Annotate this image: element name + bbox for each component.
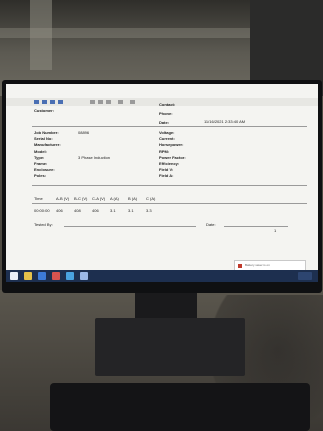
first-page-icon[interactable] xyxy=(34,100,39,104)
footer-date-label: Date: xyxy=(206,222,216,227)
clock-area[interactable] xyxy=(298,272,312,280)
table-cell: 3.1 xyxy=(128,208,134,213)
phone-label: Phone: xyxy=(159,111,173,116)
field-label: Model: xyxy=(34,148,47,154)
search-icon[interactable] xyxy=(118,100,123,104)
table-cell: 406 xyxy=(56,208,63,213)
field-label: Current: xyxy=(159,136,175,142)
date-line xyxy=(224,226,288,227)
table-row: 00:00:00 406 408 406 3.1 3.1 3.3 xyxy=(34,208,294,214)
app-icon[interactable] xyxy=(66,272,74,280)
app-icon[interactable] xyxy=(52,272,60,280)
field-label: Efficiency: xyxy=(159,161,180,166)
table-header-cell: C-A (V) xyxy=(92,196,106,201)
table-header-cell: A (A) xyxy=(110,196,119,201)
table-cell: 408 xyxy=(74,208,81,213)
date-value: 11/16/2021 2:33:40 AM xyxy=(204,119,246,124)
field-label: Power Factor: xyxy=(159,154,186,160)
last-page-icon[interactable] xyxy=(58,100,63,104)
table-header-cell: A-B (V) xyxy=(56,196,70,201)
divider xyxy=(32,126,307,127)
background-beam xyxy=(0,28,250,38)
start-icon[interactable] xyxy=(10,272,18,280)
field-label: Field V: xyxy=(159,167,174,173)
field-label: Serial No: xyxy=(34,136,53,142)
table-header-cell: C (A) xyxy=(146,196,156,201)
field-label: Horsepower: xyxy=(159,142,184,148)
signature-line xyxy=(64,226,196,227)
divider xyxy=(32,185,307,186)
battery-icon xyxy=(238,264,242,268)
field-label: Field A: xyxy=(159,173,174,179)
table-cell: 3.1 xyxy=(110,208,116,213)
field-label: Frame: xyxy=(34,161,48,166)
table-header: Time A-B (V) B-C (V) C-A (V) A (A) B (A) C (A) xyxy=(34,196,294,202)
prev-page-icon[interactable] xyxy=(42,100,47,104)
print-icon[interactable] xyxy=(90,100,95,104)
app-icon[interactable] xyxy=(80,272,88,280)
field-value: 3 Phase Induction xyxy=(78,154,111,160)
field-label: Manufacturer: xyxy=(34,142,61,148)
field-label: Enclosure: xyxy=(34,167,55,173)
tested-by-label: Tested By: xyxy=(34,222,53,227)
table-header-cell: B (A) xyxy=(128,196,138,201)
contact-label: Contact: xyxy=(159,102,176,107)
field-label: Type: xyxy=(34,154,45,160)
taskbar xyxy=(6,270,318,282)
table-cell: 00:00:00 xyxy=(34,208,50,213)
export-icon[interactable] xyxy=(98,100,103,104)
divider xyxy=(32,203,307,204)
field-label: Job Number: xyxy=(34,130,59,135)
notification-text: Battery saver is on xyxy=(245,263,270,267)
table-cell: 406 xyxy=(92,208,99,213)
customer-label: Customer: xyxy=(34,108,55,113)
table-header-cell: B-C (V) xyxy=(74,196,88,201)
field-value: 08896 xyxy=(78,130,90,135)
table-header-cell: Time xyxy=(34,196,43,201)
close-icon[interactable] xyxy=(130,100,135,104)
zoom-icon[interactable] xyxy=(106,100,111,104)
next-page-icon[interactable] xyxy=(50,100,55,104)
field-label: Poles: xyxy=(34,173,47,179)
field-label: Voltage: xyxy=(159,130,175,135)
page-mark: 1 xyxy=(274,228,277,233)
field-label: RPM: xyxy=(159,148,170,154)
file-explorer-icon[interactable] xyxy=(24,272,32,280)
monitor-stand-base xyxy=(95,318,245,376)
monitor-screen: Customer: Contact: Phone: Date: 11/16/20… xyxy=(6,84,318,282)
date-label: Date: xyxy=(159,120,170,125)
keyboard xyxy=(50,383,310,431)
table-cell: 3.3 xyxy=(146,208,152,213)
browser-icon[interactable] xyxy=(38,272,46,280)
